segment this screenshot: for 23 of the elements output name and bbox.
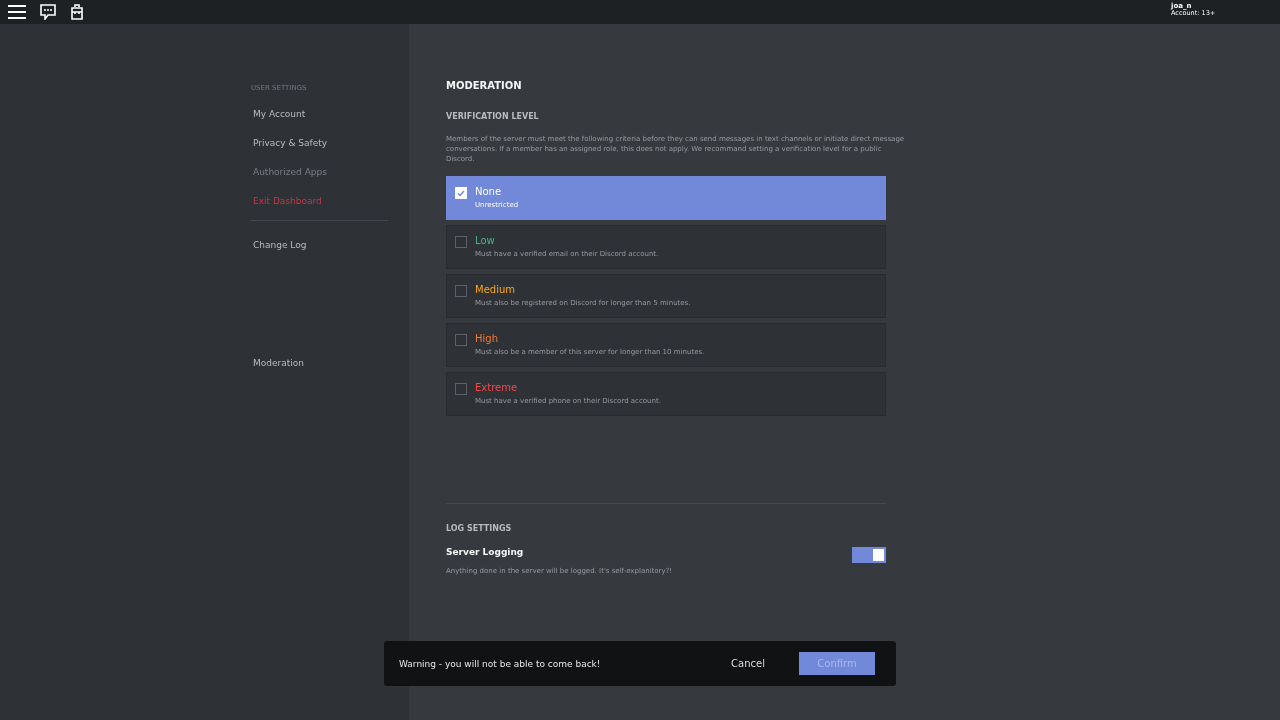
setting-name: Server Logging xyxy=(446,547,525,557)
option-name: Low xyxy=(475,235,496,246)
sidebar-item[interactable]: Privacy & Safety xyxy=(250,133,331,153)
sidebar-item[interactable]: My Account xyxy=(250,104,309,124)
checkbox[interactable] xyxy=(455,236,467,248)
toggle-switch[interactable] xyxy=(852,547,886,563)
option-name: Medium xyxy=(475,284,516,295)
option-name: None xyxy=(475,186,503,197)
chat-bubble-icon[interactable] xyxy=(40,4,56,20)
cancel-button[interactable]: Cancel xyxy=(725,654,771,673)
checkbox[interactable] xyxy=(455,334,467,346)
section-title: MODERATION xyxy=(446,80,523,91)
backpack-icon[interactable] xyxy=(70,4,84,20)
subsection-title: VERIFICATION LEVEL xyxy=(446,112,540,121)
option-name: High xyxy=(475,333,499,344)
sidebar-item[interactable]: Moderation xyxy=(250,353,307,373)
subsection-title: LOG SETTINGS xyxy=(446,524,513,533)
checkbox[interactable] xyxy=(455,383,467,395)
menu-icon[interactable] xyxy=(8,4,26,20)
checkbox[interactable] xyxy=(455,285,467,297)
sidebar-item[interactable]: Change Log xyxy=(250,235,310,255)
option-name: Extreme xyxy=(475,382,519,393)
warning-message: Warning - you will not be able to come back! xyxy=(399,658,602,669)
